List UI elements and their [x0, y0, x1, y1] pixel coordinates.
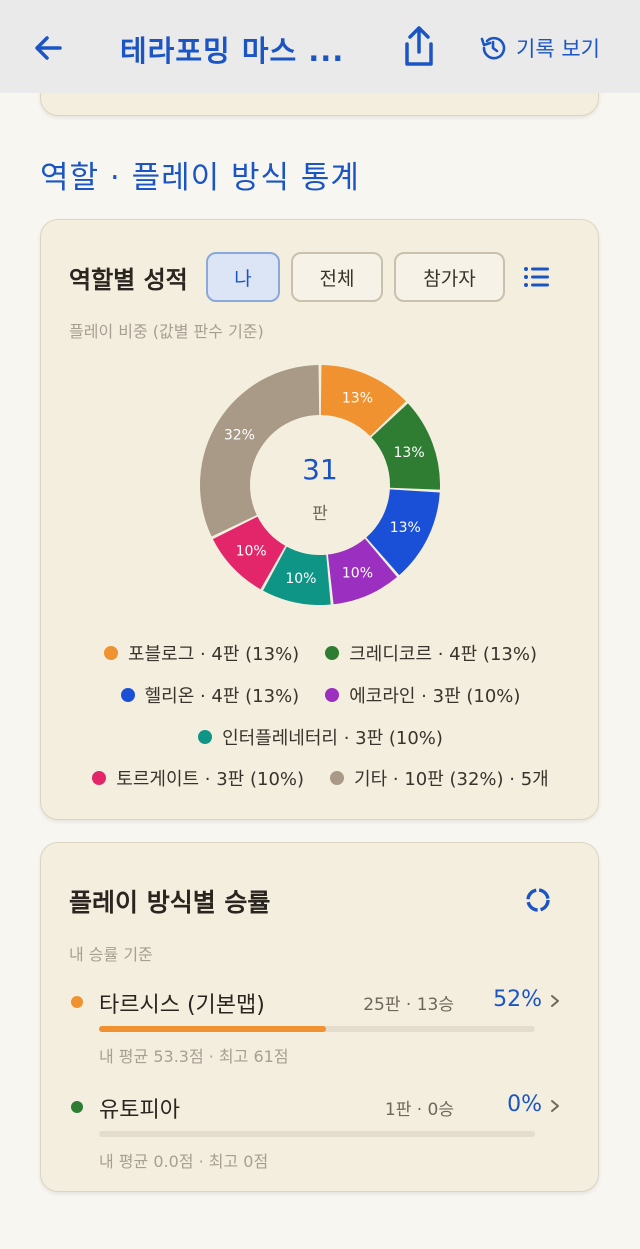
- total-games-unit: 판: [312, 504, 328, 524]
- donut-slice-label: 10%: [285, 571, 316, 587]
- tab-me[interactable]: 나: [206, 252, 280, 302]
- tab-players[interactable]: 참가자: [394, 252, 505, 302]
- loading-icon: [526, 888, 550, 912]
- legend-label: 에코라인 · 3판 (10%): [349, 686, 521, 707]
- win-rate-bar-fill: [99, 1026, 326, 1032]
- role-stats-title: 역할별 성적: [69, 266, 188, 294]
- map-count: 1판 · 0승: [384, 1100, 454, 1120]
- legend-item: 인터플레네터리 · 3판 (10%): [198, 724, 443, 750]
- legend-label: 인터플레네터리 · 3판 (10%): [222, 728, 443, 749]
- legend-dot: [330, 771, 345, 785]
- legend-dot: [325, 646, 340, 660]
- history-button[interactable]: 기록 보기: [478, 30, 600, 66]
- map-color-dot: [71, 1101, 83, 1113]
- donut-slice-label: 13%: [342, 391, 373, 407]
- chevron-right-icon: [551, 1100, 559, 1112]
- legend-item: 기타 · 10판 (32%) · 5개: [330, 765, 549, 791]
- map-count: 25판 · 13승: [363, 995, 454, 1015]
- legend-item: 포블로그 · 4판 (13%): [104, 640, 299, 666]
- legend-row: 토르게이트 · 3판 (10%) 기타 · 10판 (32%) · 5개: [41, 765, 600, 791]
- legend-label: 헬리온 · 4판 (13%): [144, 686, 300, 707]
- legend-label: 크레디코르 · 4판 (13%): [349, 644, 537, 665]
- total-games: 31: [302, 453, 338, 486]
- role-stats-card: 역할별 성적 나 전체 참가자 플레이 비중 (값별 판수 기준) 13% 13%…: [40, 219, 599, 820]
- map-win-rate: 52%: [493, 987, 542, 1012]
- legend-row: 헬리온 · 4판 (13%) 에코라인 · 3판 (10%): [41, 682, 600, 708]
- legend-label: 토르게이트 · 3판 (10%): [116, 769, 305, 790]
- list-icon[interactable]: [523, 264, 551, 290]
- play-mode-title: 플레이 방식별 승률: [69, 888, 271, 917]
- legend-label: 기타 · 10판 (32%) · 5개: [354, 769, 549, 790]
- tab-all[interactable]: 전체: [291, 252, 383, 302]
- legend-label: 포블로그 · 4판 (13%): [128, 644, 300, 665]
- win-rate-bar: [99, 1026, 535, 1032]
- history-icon: [480, 36, 506, 60]
- map-meta: 내 평균 53.3점 · 최고 61점: [99, 1047, 289, 1066]
- legend-row: 인터플레네터리 · 3판 (10%): [41, 724, 600, 750]
- legend-dot: [120, 688, 135, 702]
- donut-slice-label: 10%: [236, 543, 267, 559]
- map-name: 유토피아: [99, 1098, 180, 1123]
- legend-row: 포블로그 · 4판 (13%) 크레디코르 · 4판 (13%): [41, 640, 600, 666]
- map-name: 타르시스 (기본맵): [99, 993, 265, 1018]
- legend-item: 토르게이트 · 3판 (10%): [92, 765, 304, 791]
- chevron-right-icon: [551, 995, 559, 1007]
- donut-slice-label: 10%: [342, 565, 373, 581]
- history-label: 기록 보기: [516, 37, 600, 61]
- share-icon[interactable]: [398, 24, 440, 70]
- map-meta: 내 평균 0.0점 · 최고 0점: [99, 1152, 269, 1171]
- legend-item: 헬리온 · 4판 (13%): [120, 682, 300, 708]
- role-caption: 플레이 비중 (값별 판수 기준): [69, 322, 264, 341]
- section-title: 역할 · 플레이 방식 통계: [40, 160, 360, 196]
- map-color-dot: [71, 996, 83, 1008]
- legend-dot: [92, 771, 107, 785]
- page-title: 테라포밍 마스 ...: [120, 34, 345, 68]
- back-arrow-icon[interactable]: [28, 28, 68, 68]
- legend-dot: [198, 730, 213, 744]
- map-win-rate: 0%: [507, 1092, 542, 1117]
- legend-item: 에코라인 · 3판 (10%): [325, 682, 520, 708]
- legend-dot: [104, 646, 119, 660]
- legend-dot: [325, 688, 340, 702]
- play-mode-caption: 내 승률 기준: [69, 945, 153, 964]
- top-app-bar: 테라포밍 마스 ... 기록 보기: [0, 0, 640, 93]
- donut-slice-label: 32%: [224, 428, 255, 444]
- legend-item: 크레디코르 · 4판 (13%): [325, 640, 537, 666]
- win-rate-bar: [99, 1131, 535, 1137]
- play-mode-card: 플레이 방식별 승률 내 승률 기준 타르시스 (기본맵) 25판 · 13승 …: [40, 842, 599, 1192]
